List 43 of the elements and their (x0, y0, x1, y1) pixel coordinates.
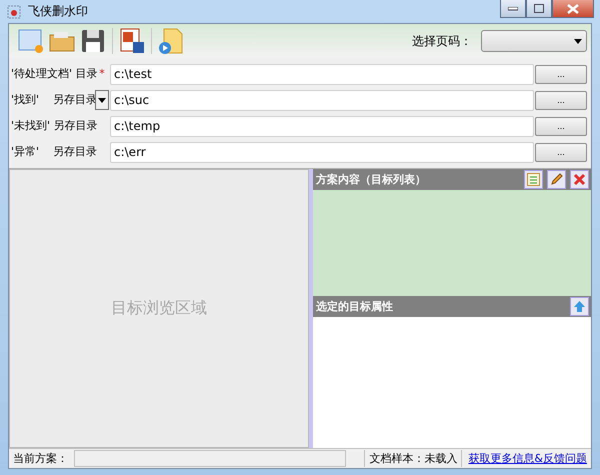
path-label: '找到' 另存目录 (10, 92, 95, 108)
caret-icon (574, 38, 582, 44)
app-icon (6, 4, 22, 20)
preview-area: 目标浏览区域 (9, 169, 309, 448)
maximize-button[interactable] (526, 0, 552, 18)
browse-button[interactable]: ... (535, 90, 587, 110)
play-document-icon[interactable] (157, 27, 185, 55)
minimize-icon (508, 6, 518, 10)
page-select-label: 选择页码： (412, 32, 472, 50)
feedback-link[interactable]: 获取更多信息&反馈问题 (464, 451, 591, 466)
path-field[interactable]: c:\temp (110, 116, 534, 136)
path-field[interactable]: c:\suc (110, 90, 534, 110)
plan-label: 当前方案： (12, 451, 69, 466)
panel-title: 方案内容（目标列表） (316, 172, 426, 187)
delete-button[interactable] (570, 170, 589, 189)
up-arrow-icon (573, 300, 586, 313)
path-label: '待处理文档' 目录 (10, 66, 95, 82)
path-label: '未找到' 另存目录 (10, 118, 95, 134)
browse-button[interactable]: ... (535, 142, 587, 162)
close-icon (573, 173, 586, 186)
close-button[interactable] (552, 0, 594, 18)
required-mark: * (98, 67, 106, 81)
panel-title: 选定的目标属性 (316, 299, 393, 314)
page-select[interactable] (481, 30, 587, 52)
browse-button[interactable]: ... (535, 64, 587, 84)
maximize-icon (534, 4, 544, 13)
new-document-icon[interactable] (17, 27, 45, 55)
list-button[interactable] (524, 170, 543, 189)
edit-button[interactable] (547, 170, 566, 189)
document-convert-icon[interactable] (118, 27, 146, 55)
path-field[interactable]: c:\err (110, 142, 534, 162)
list-icon (527, 173, 540, 186)
path-label: '异常' 另存目录 (10, 144, 95, 160)
sample-status: 文档样本：未载入 (364, 450, 462, 467)
caret-icon (98, 98, 106, 102)
minimize-button[interactable] (500, 0, 526, 18)
window-title: 飞侠删水印 (28, 3, 88, 20)
dropdown-button[interactable] (95, 90, 109, 110)
browse-button[interactable]: ... (535, 116, 587, 136)
close-icon (567, 4, 579, 14)
save-icon[interactable] (79, 27, 107, 55)
pencil-icon (550, 173, 563, 186)
path-field[interactable]: c:\test (110, 64, 534, 84)
